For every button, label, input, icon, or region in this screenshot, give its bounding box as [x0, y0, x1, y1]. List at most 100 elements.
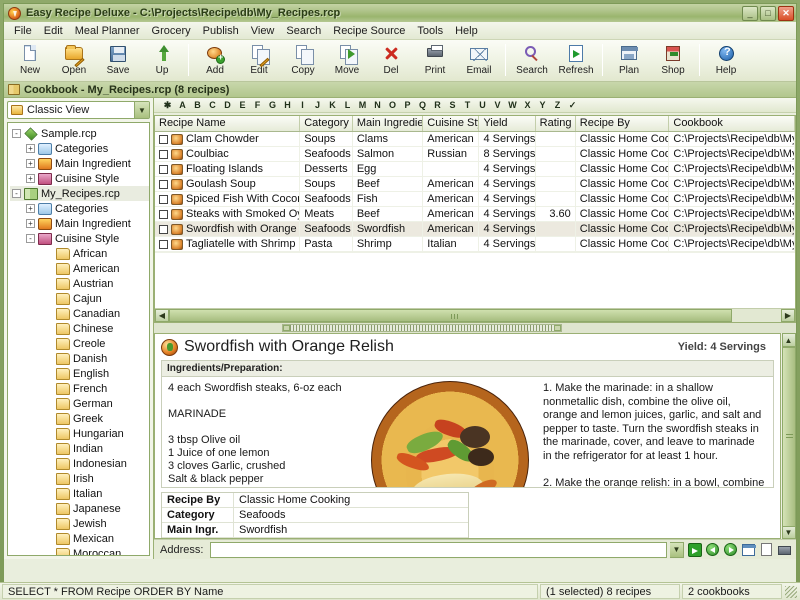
- minimize-button[interactable]: _: [742, 5, 758, 21]
- tree-node-german[interactable]: German: [10, 396, 149, 411]
- collapse-icon[interactable]: -: [26, 234, 35, 243]
- tree-node-japanese[interactable]: Japanese: [10, 501, 149, 516]
- toolbar-add-button[interactable]: Add: [193, 42, 237, 80]
- mini-scroll-right-button[interactable]: [554, 325, 561, 331]
- menu-item-file[interactable]: File: [8, 23, 38, 39]
- table-row[interactable]: Goulash Soup Soups Beef American 4 Servings C…: [155, 177, 795, 192]
- detail-scroll-track[interactable]: [781, 347, 796, 527]
- menu-item-tools[interactable]: Tools: [411, 23, 449, 39]
- tree-node-hungarian[interactable]: Hungarian: [10, 426, 149, 441]
- scroll-down-button[interactable]: ▼: [781, 525, 796, 539]
- tree-node-cuisine-style[interactable]: - Cuisine Style: [10, 231, 149, 246]
- row-checkbox[interactable]: [159, 149, 168, 159]
- menu-item-publish[interactable]: Publish: [197, 23, 245, 39]
- tree-node-indonesian[interactable]: Indonesian: [10, 456, 149, 471]
- close-button[interactable]: ✕: [778, 5, 794, 21]
- tree-node-american[interactable]: American: [10, 261, 149, 276]
- expand-icon[interactable]: +: [26, 219, 35, 228]
- alpha-filter-z[interactable]: Z: [550, 100, 565, 110]
- new-page-button[interactable]: [759, 542, 774, 557]
- resize-grip-icon[interactable]: [785, 585, 797, 598]
- table-row[interactable]: Swordfish with Orange RelishSeafoodsSwor…: [155, 222, 795, 237]
- grid-column-header-rating[interactable]: Rating: [536, 116, 576, 131]
- expand-icon[interactable]: +: [26, 174, 35, 183]
- toolbar-move-button[interactable]: Move: [325, 42, 369, 80]
- tree-node-main-ingredient[interactable]: + Main Ingredient: [10, 216, 149, 231]
- expand-icon[interactable]: +: [26, 204, 35, 213]
- menu-item-grocery[interactable]: Grocery: [146, 23, 197, 39]
- mini-scroll-track[interactable]: [290, 325, 554, 331]
- alpha-filter-k[interactable]: K: [325, 100, 340, 110]
- mini-scroll-left-button[interactable]: [283, 325, 290, 331]
- table-row[interactable]: Tagliatelle with Shrimp Pasta Shrimp Italia…: [155, 237, 795, 252]
- tree-node-canadian[interactable]: Canadian: [10, 306, 149, 321]
- table-row[interactable]: Spiced Fish With Coconut Seafoods Fish Amer…: [155, 192, 795, 207]
- tree-node-creole[interactable]: Creole: [10, 336, 149, 351]
- row-checkbox[interactable]: [159, 239, 168, 249]
- table-row[interactable]: Coulbiac Seafoods Salmon Russian 8 Servings C…: [155, 147, 795, 162]
- alpha-filter-v[interactable]: V: [490, 100, 505, 110]
- alpha-filter-w[interactable]: W: [505, 100, 520, 110]
- row-checkbox[interactable]: [159, 134, 168, 144]
- grid-column-header-recipe-name[interactable]: Recipe Name: [155, 116, 301, 131]
- row-checkbox[interactable]: [159, 224, 168, 234]
- collapse-icon[interactable]: -: [12, 129, 21, 138]
- menu-item-help[interactable]: Help: [449, 23, 484, 39]
- row-checkbox[interactable]: [159, 179, 168, 189]
- toolbar-search-button[interactable]: Search: [510, 42, 554, 80]
- expand-icon[interactable]: +: [26, 144, 35, 153]
- menu-item-search[interactable]: Search: [280, 23, 327, 39]
- row-checkbox[interactable]: [159, 194, 168, 204]
- grid-column-header-cookbook[interactable]: Cookbook: [669, 116, 795, 131]
- toolbar-refresh-button[interactable]: Refresh: [554, 42, 598, 80]
- toolbar-shop-button[interactable]: Shop: [651, 42, 695, 80]
- alpha-filter-d[interactable]: D: [220, 100, 235, 110]
- tree-node-irish[interactable]: Irish: [10, 471, 149, 486]
- tree-node-categories[interactable]: + Categories: [10, 201, 149, 216]
- forward-button[interactable]: [723, 542, 738, 557]
- tree-node-jewish[interactable]: Jewish: [10, 516, 149, 531]
- toolbar-edit-button[interactable]: Edit: [237, 42, 281, 80]
- print-page-button[interactable]: [777, 542, 792, 557]
- detail-vertical-scrollbar[interactable]: ▲ ▼: [781, 333, 796, 539]
- alpha-filter-g[interactable]: G: [265, 100, 280, 110]
- alpha-filter-t[interactable]: T: [460, 100, 475, 110]
- row-checkbox[interactable]: [159, 164, 168, 174]
- tree-node-austrian[interactable]: Austrian: [10, 276, 149, 291]
- scroll-up-button[interactable]: ▲: [781, 333, 796, 347]
- alpha-filter-y[interactable]: Y: [535, 100, 550, 110]
- grid-column-header-category[interactable]: Category: [300, 116, 353, 131]
- toolbar-help-button[interactable]: Help: [704, 42, 748, 80]
- grid-column-header-yield[interactable]: Yield: [479, 116, 536, 131]
- table-row[interactable]: Clam Chowder Soups Clams American 4 Servings…: [155, 132, 795, 147]
- alpha-filter-symbol-0[interactable]: ✱: [160, 100, 175, 111]
- browser-button[interactable]: [741, 542, 756, 557]
- grid-column-header-recipe-by[interactable]: Recipe By: [576, 116, 670, 131]
- tree-node-african[interactable]: African: [10, 246, 149, 261]
- alpha-filter-e[interactable]: E: [235, 100, 250, 110]
- tree-node-english[interactable]: English: [10, 366, 149, 381]
- detail-mini-scrollbar[interactable]: [282, 324, 562, 332]
- menu-item-meal-planner[interactable]: Meal Planner: [69, 23, 146, 39]
- alpha-filter-h[interactable]: H: [280, 100, 295, 110]
- alpha-filter-s[interactable]: S: [445, 100, 460, 110]
- alpha-filter-m[interactable]: M: [355, 100, 370, 110]
- alpha-filter-o[interactable]: O: [385, 100, 400, 110]
- alpha-filter-q[interactable]: Q: [415, 100, 430, 110]
- toolbar-print-button[interactable]: Print: [413, 42, 457, 80]
- back-button[interactable]: [705, 542, 720, 557]
- grid-column-header-main-ingredient[interactable]: Main Ingredient: [353, 116, 424, 131]
- alpha-filter-a[interactable]: A: [175, 100, 190, 110]
- toolbar-save-button[interactable]: Save: [96, 42, 140, 80]
- tree-node-cuisine-style[interactable]: + Cuisine Style: [10, 171, 149, 186]
- tree-node-mexican[interactable]: Mexican: [10, 531, 149, 546]
- grid-horizontal-scrollbar[interactable]: ◀ ▶: [155, 308, 795, 322]
- tree-node-greek[interactable]: Greek: [10, 411, 149, 426]
- tree-node-sample-rcp[interactable]: - Sample.rcp: [10, 126, 149, 141]
- alpha-filter-r[interactable]: R: [430, 100, 445, 110]
- table-row[interactable]: Steaks with Smoked Oyster RelishMeatsBee…: [155, 207, 795, 222]
- view-mode-combobox[interactable]: Classic View ▼: [7, 101, 150, 119]
- tree-node-chinese[interactable]: Chinese: [10, 321, 149, 336]
- tree-node-my-recipes-rcp[interactable]: - My_Recipes.rcp: [10, 186, 149, 201]
- tree-node-french[interactable]: French: [10, 381, 149, 396]
